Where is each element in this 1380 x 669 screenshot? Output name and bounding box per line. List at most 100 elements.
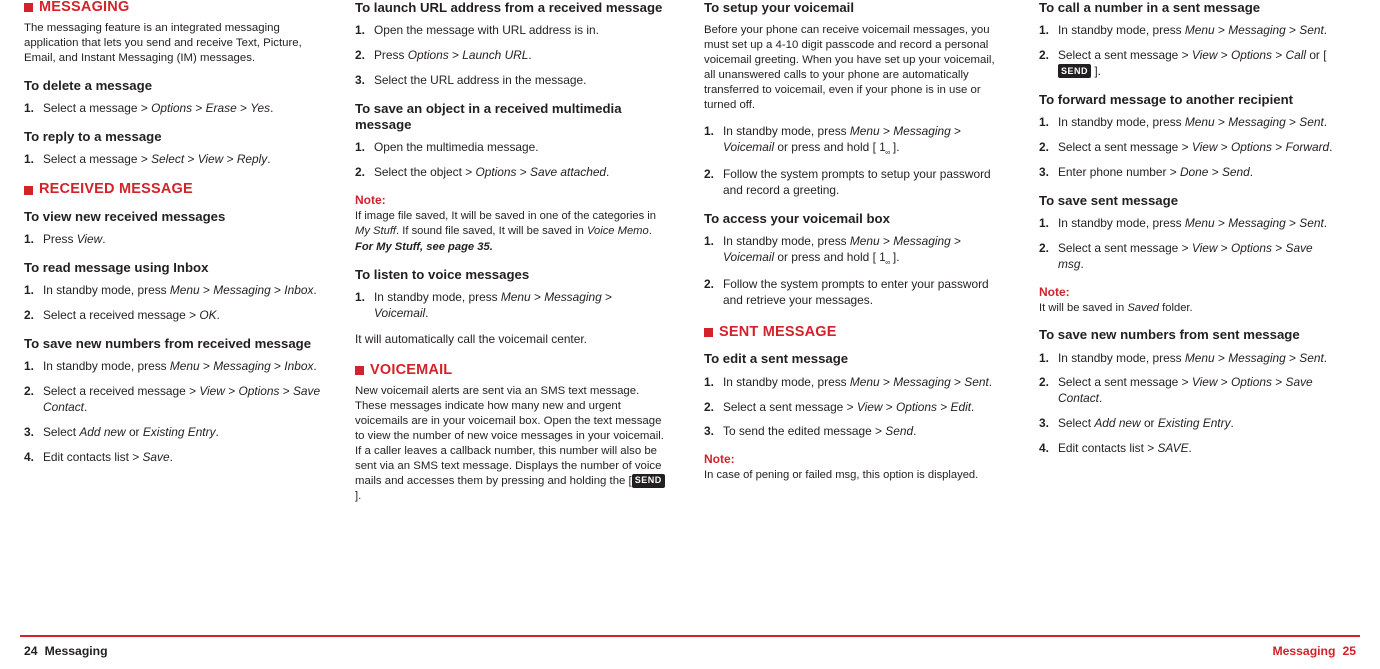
- step-item: Select Add new or Existing Entry.: [1039, 416, 1234, 432]
- voicemail-intro-text: New voicemail alerts are sent via an SMS…: [355, 384, 666, 504]
- column-2: To launch URL address from a received me…: [355, 0, 690, 515]
- heading-save-object: To save an object in a received multimed…: [355, 100, 622, 133]
- step-item: Select Add new or Existing Entry.: [24, 425, 219, 441]
- step-item: Select a sent message > View > Options >…: [1039, 240, 1313, 271]
- heading-listen-voice-messages: To listen to voice messages: [355, 266, 530, 282]
- note-label: Note:: [355, 193, 386, 208]
- step-item: In standby mode, press Menu > Messaging …: [1039, 115, 1328, 131]
- section-heading-messaging: MESSAGING: [24, 0, 331, 16]
- heading-delete-message: To delete a message: [24, 78, 153, 94]
- note-text-save-sent: It will be saved in Saved folder.: [1039, 301, 1193, 314]
- step-item: Edit contacts list > SAVE.: [1039, 441, 1192, 457]
- note-label: Note:: [1039, 284, 1070, 299]
- step-item: In standby mode, press Menu > Messaging …: [1039, 23, 1328, 39]
- step-item: Select a message > Select > View > Reply…: [24, 152, 271, 168]
- footer-right-label: Messaging: [1272, 644, 1336, 658]
- note-text-save-object: If image file saved, It will be saved in…: [355, 210, 656, 237]
- footer-left: 24 Messaging: [24, 644, 108, 658]
- note-text-edit-sent: In case of pening or failed msg, this op…: [704, 469, 979, 482]
- step-item: In standby mode, press Menu > Messaging …: [355, 289, 612, 320]
- step-item: Follow the system prompts to setup your …: [704, 167, 991, 197]
- column-3: To setup your voicemail Before your phon…: [690, 0, 1025, 515]
- square-bullet-icon: [704, 328, 713, 337]
- steps-save-object: Open the multimedia message. Select the …: [355, 140, 666, 181]
- step-item: Enter phone number > Done > Send.: [1039, 164, 1254, 181]
- setup-voicemail-intro: Before your phone can receive voicemail …: [704, 24, 995, 112]
- step-item: Select the object > Options > Save attac…: [355, 165, 610, 181]
- steps-save-new-numbers-received: In standby mode, press Menu > Messaging …: [24, 359, 331, 466]
- steps-setup-voicemail: In standby mode, press Menu > Messaging …: [704, 124, 1001, 199]
- step-item: To send the edited message > Send.: [704, 424, 917, 440]
- voicemail-auto-call-text: It will automatically call the voicemail…: [355, 331, 587, 346]
- heading-setup-voicemail: To setup your voicemail: [704, 0, 854, 15]
- heading-access-voicemail-box: To access your voicemail box: [704, 210, 890, 226]
- manual-page: MESSAGING The messaging feature is an in…: [0, 0, 1380, 669]
- square-bullet-icon: [355, 366, 364, 376]
- section-heading-sent-message-label: SENT MESSAGE: [719, 323, 837, 340]
- step-item: Select a sent message > View > Options >…: [1039, 48, 1327, 79]
- page-footer: 24 Messaging Messaging 25: [0, 635, 1380, 669]
- step-item: In standby mode, press Menu > Messaging …: [704, 234, 961, 267]
- steps-save-new-numbers-sent: In standby mode, press Menu > Messaging …: [1039, 351, 1336, 458]
- messaging-intro-text: The messaging feature is an integrated m…: [24, 21, 302, 65]
- heading-view-new-messages: To view new received messages: [24, 209, 226, 225]
- voicemail-intro-end: ].: [355, 489, 362, 502]
- heading-edit-sent-message: To edit a sent message: [704, 351, 849, 367]
- step-item: In standby mode, press Menu > Messaging …: [24, 359, 317, 375]
- footer-left-page-number: 24: [24, 644, 38, 658]
- step-item: In standby mode, press Menu > Messaging …: [704, 124, 961, 157]
- step-item: Press View.: [24, 232, 106, 248]
- step-item: Select a sent message > View > Options >…: [1039, 140, 1333, 156]
- section-heading-voicemail-label: VOICEMAIL: [370, 361, 453, 378]
- voicemail-intro-body: New voicemail alerts are sent via an SMS…: [355, 384, 664, 487]
- step-item: Edit contacts list > Save.: [24, 450, 173, 466]
- footer-left-label: Messaging: [44, 644, 108, 658]
- heading-save-new-numbers-sent: To save new numbers from sent message: [1039, 327, 1300, 343]
- steps-edit-sent-message: In standby mode, press Menu > Messaging …: [704, 375, 1001, 441]
- step-item: Select a sent message > View > Options >…: [704, 399, 975, 416]
- section-heading-received-message-label: RECEIVED MESSAGE: [39, 181, 193, 198]
- column-1: MESSAGING The messaging feature is an in…: [20, 0, 355, 515]
- steps-delete-message: Select a message > Options > Erase > Yes…: [24, 101, 331, 117]
- step-item: In standby mode, press Menu > Messaging …: [24, 283, 317, 299]
- step-item: Open the multimedia message.: [355, 140, 539, 156]
- section-heading-sent-message: SENT MESSAGE: [704, 323, 1001, 341]
- steps-listen-voice-messages: In standby mode, press Menu > Messaging …: [355, 290, 666, 322]
- step-item: In standby mode, press Menu > Messaging …: [704, 374, 993, 391]
- section-heading-received-message: RECEIVED MESSAGE: [24, 181, 331, 198]
- heading-reply-message: To reply to a message: [24, 129, 162, 145]
- step-item: Follow the system prompts to enter your …: [704, 276, 989, 307]
- heading-save-sent-message: To save sent message: [1039, 192, 1179, 208]
- heading-forward-message: To forward message to another recipient: [1039, 91, 1294, 107]
- heading-launch-url: To launch URL address from a received me…: [355, 0, 663, 15]
- key-1-icon: 1∞: [879, 142, 890, 157]
- note-label: Note:: [704, 452, 735, 467]
- step-item: Select a message > Options > Erase > Yes…: [24, 101, 274, 117]
- step-item: In standby mode, press Menu > Messaging …: [1039, 350, 1328, 367]
- heading-save-new-numbers-received: To save new numbers from received messag…: [24, 336, 312, 352]
- footer-right-page-number: 25: [1342, 644, 1356, 658]
- steps-call-number-sent: In standby mode, press Menu > Messaging …: [1039, 23, 1336, 80]
- step-item: In standby mode, press Menu > Messaging …: [1039, 216, 1328, 232]
- step-item: Select a received message > View > Optio…: [24, 384, 321, 415]
- section-heading-messaging-label: MESSAGING: [39, 0, 130, 15]
- heading-call-number-sent: To call a number in a sent message: [1039, 0, 1261, 15]
- footer-right: Messaging 25: [1272, 644, 1356, 658]
- heading-read-message-inbox: To read message using Inbox: [24, 260, 209, 276]
- note-reference-my-stuff: For My Stuff, see page 35.: [355, 241, 493, 254]
- footer-divider: [20, 635, 1360, 637]
- send-key-icon: SEND: [631, 473, 665, 488]
- step-item: Press Options > Launch URL.: [355, 48, 532, 64]
- send-key-icon: SEND: [1058, 64, 1092, 79]
- key-1-icon: 1∞: [879, 251, 890, 267]
- step-item: Select the URL address in the message.: [355, 73, 587, 89]
- steps-access-voicemail-box: In standby mode, press Menu > Messaging …: [704, 234, 1001, 309]
- square-bullet-icon: [24, 3, 33, 13]
- step-item: Select a received message > OK.: [24, 308, 220, 324]
- steps-view-new-messages: Press View.: [24, 232, 331, 248]
- steps-reply-message: Select a message > Select > View > Reply…: [24, 152, 331, 168]
- steps-forward-message: In standby mode, press Menu > Messaging …: [1039, 115, 1336, 181]
- column-4: To call a number in a sent message In st…: [1025, 0, 1360, 515]
- steps-save-sent-message: In standby mode, press Menu > Messaging …: [1039, 216, 1336, 273]
- step-item: Open the message with URL address is in.: [355, 23, 599, 39]
